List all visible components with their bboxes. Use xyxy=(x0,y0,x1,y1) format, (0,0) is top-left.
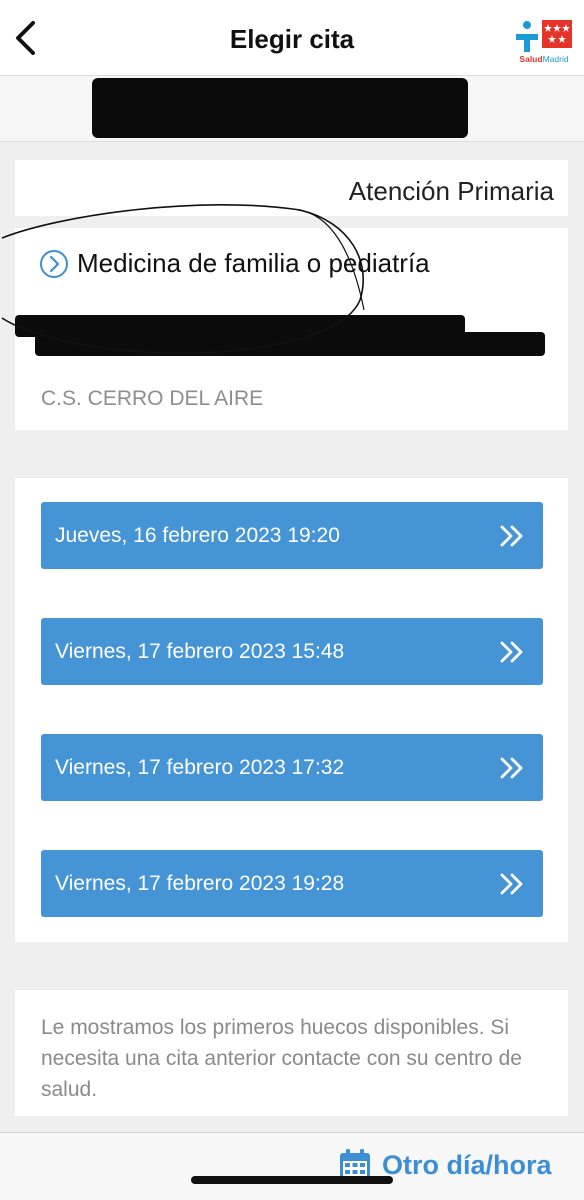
home-indicator[interactable] xyxy=(191,1176,393,1184)
slot-button[interactable]: Viernes, 17 febrero 2023 19:28 xyxy=(41,850,543,917)
available-slots-card: Jueves, 16 febrero 2023 19:20 Viernes, 1… xyxy=(15,478,568,942)
page-title: Elegir cita xyxy=(229,24,355,54)
slot-label: Viernes, 17 febrero 2023 17:32 xyxy=(55,755,345,779)
double-chevron-right-icon xyxy=(500,873,523,894)
health-center-name: C.S. CERRO DEL AIRE xyxy=(41,387,264,410)
double-chevron-right-icon xyxy=(500,525,523,546)
slot-label: Viernes, 17 febrero 2023 19:28 xyxy=(55,871,345,895)
redacted-doctor-name-2 xyxy=(35,332,545,356)
double-chevron-right-icon xyxy=(500,641,523,662)
info-note-text: Le mostramos los primeros huecos disponi… xyxy=(41,1016,522,1101)
double-chevron-right-icon xyxy=(500,757,523,778)
slot-button[interactable]: Viernes, 17 febrero 2023 15:48 xyxy=(41,618,543,685)
service-label: Medicina de familia o pediatría xyxy=(77,248,430,278)
appointment-info-card: Atención Primaria Medicina de familia o … xyxy=(15,160,568,430)
slot-label: Viernes, 17 febrero 2023 15:48 xyxy=(55,639,345,663)
redacted-patient-name xyxy=(92,78,468,138)
circle-chevron-right-icon xyxy=(40,249,68,278)
other-date-time-label: Otro día/hora xyxy=(382,1149,552,1180)
slot-label: Jueves, 16 febrero 2023 19:20 xyxy=(55,523,340,547)
salud-madrid-logo: SaludMadrid xyxy=(512,18,576,66)
slot-button[interactable]: Viernes, 17 febrero 2023 17:32 xyxy=(41,734,543,801)
patient-info-strip xyxy=(0,76,584,142)
info-note-card: Le mostramos los primeros huecos disponi… xyxy=(15,990,568,1116)
service-row[interactable]: Medicina de familia o pediatría xyxy=(39,248,430,279)
card-divider xyxy=(15,216,568,228)
slot-button[interactable]: Jueves, 16 febrero 2023 19:20 xyxy=(41,502,543,569)
care-category-label: Atención Primaria xyxy=(348,176,554,206)
nav-header: Elegir cita SaludMadrid xyxy=(0,0,584,76)
logo-wordmark: SaludMadrid xyxy=(519,54,569,64)
